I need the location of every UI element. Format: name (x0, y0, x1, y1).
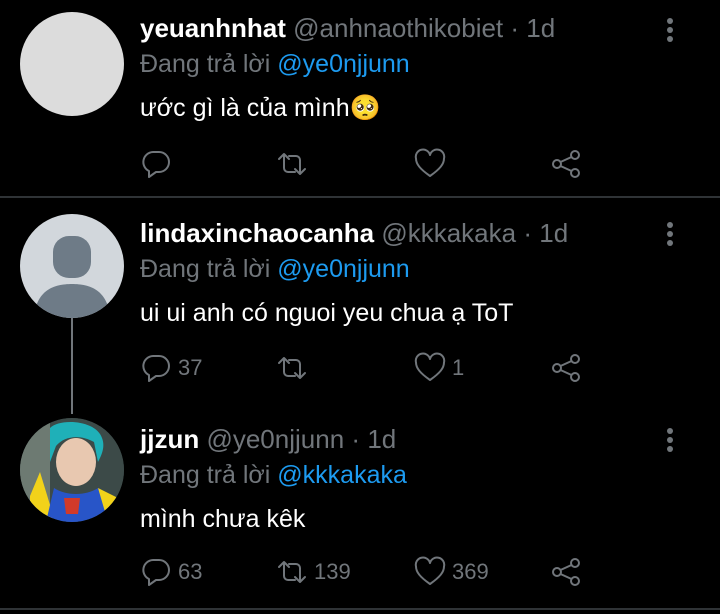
replying-label: Đang trả lời (140, 50, 271, 78)
retweet-icon (278, 357, 306, 379)
reply-button[interactable]: 37 (140, 350, 202, 386)
share-icon (552, 354, 580, 382)
tweet-header: lindaxinchaocanha @kkkakaka · 1d (140, 218, 700, 248)
share-button[interactable] (550, 146, 582, 182)
user-handle[interactable]: @anhnaothikobiet (293, 13, 503, 43)
like-count: 1 (452, 355, 465, 380)
mention-link[interactable]: @ye0njjunn (277, 255, 409, 283)
like-icon (414, 352, 446, 381)
replying-label: Đang trả lời (140, 461, 271, 489)
tweet-actions (140, 146, 590, 182)
default-avatar[interactable] (20, 214, 124, 318)
share-icon (552, 558, 580, 586)
reply-button[interactable]: 63 (140, 554, 202, 590)
tweet-text: mình chưa kêk (140, 505, 306, 533)
mention-link[interactable]: @kkkakaka (277, 461, 407, 489)
tweet-1[interactable]: yeuanhnhat @anhnaothikobiet · 1d Đang tr… (0, 0, 720, 196)
like-icon (414, 556, 446, 585)
retweet-button[interactable] (276, 350, 314, 386)
like-icon (414, 148, 446, 177)
retweet-button[interactable]: 139 (276, 554, 351, 590)
like-button[interactable] (414, 146, 452, 182)
share-button[interactable] (550, 554, 582, 590)
replying-label: Đang trả lời (140, 255, 271, 283)
reply-icon (142, 151, 170, 178)
separator-dot: · (510, 13, 520, 43)
tweet-3[interactable]: jjzun @ye0njjunn · 1d Đang trả lời @kkka… (0, 410, 720, 608)
timestamp[interactable]: 1d (367, 424, 396, 454)
retweet-count: 139 (314, 559, 351, 584)
like-button[interactable]: 1 (414, 350, 464, 386)
timestamp[interactable]: 1d (539, 218, 568, 248)
user-handle[interactable]: @kkkakaka (381, 218, 516, 248)
display-name[interactable]: yeuanhnhat (140, 13, 286, 43)
tweet-header: jjzun @ye0njjunn · 1d (140, 424, 700, 454)
replying-to: Đang trả lời @ye0njjunn (140, 254, 700, 284)
tweet-2[interactable]: lindaxinchaocanha @kkkakaka · 1d Đang tr… (0, 198, 720, 410)
tweet-divider (0, 608, 720, 610)
reply-icon (142, 559, 170, 586)
share-button[interactable] (550, 350, 582, 386)
tweet-text: ước gì là của mình🥺 (140, 94, 381, 122)
display-name[interactable]: jjzun (140, 424, 199, 454)
like-count: 369 (452, 559, 489, 584)
tweet-header: yeuanhnhat @anhnaothikobiet · 1d (140, 13, 700, 43)
tweet-actions: 37 1 (140, 350, 590, 386)
separator-dot: · (351, 424, 361, 454)
retweet-icon (278, 561, 306, 583)
avatar[interactable] (20, 12, 124, 116)
replying-to: Đang trả lời @ye0njjunn (140, 49, 700, 79)
retweet-button[interactable] (276, 146, 314, 182)
display-name[interactable]: lindaxinchaocanha (140, 218, 374, 248)
retweet-icon (278, 153, 306, 175)
profile-photo-icon (20, 418, 124, 522)
more-icon[interactable] (664, 428, 676, 455)
reply-icon (142, 355, 170, 382)
like-button[interactable]: 369 (414, 554, 489, 590)
tweet-text: ui ui anh có nguoi yeu chua ạ ToT (140, 299, 514, 327)
user-handle[interactable]: @ye0njjunn (206, 424, 344, 454)
timestamp[interactable]: 1d (526, 13, 555, 43)
more-icon[interactable] (664, 222, 676, 249)
reply-count: 63 (178, 559, 203, 584)
reply-count: 37 (178, 355, 203, 380)
reply-button[interactable] (140, 146, 178, 182)
tweet-actions: 63 139 369 (140, 554, 590, 590)
photo-avatar[interactable] (20, 418, 124, 522)
share-icon (552, 150, 580, 178)
mention-link[interactable]: @ye0njjunn (277, 50, 409, 78)
default-profile-icon (34, 236, 110, 318)
separator-dot: · (523, 218, 532, 248)
replying-to: Đang trả lời @kkkakaka (140, 460, 700, 490)
more-icon[interactable] (664, 18, 676, 45)
